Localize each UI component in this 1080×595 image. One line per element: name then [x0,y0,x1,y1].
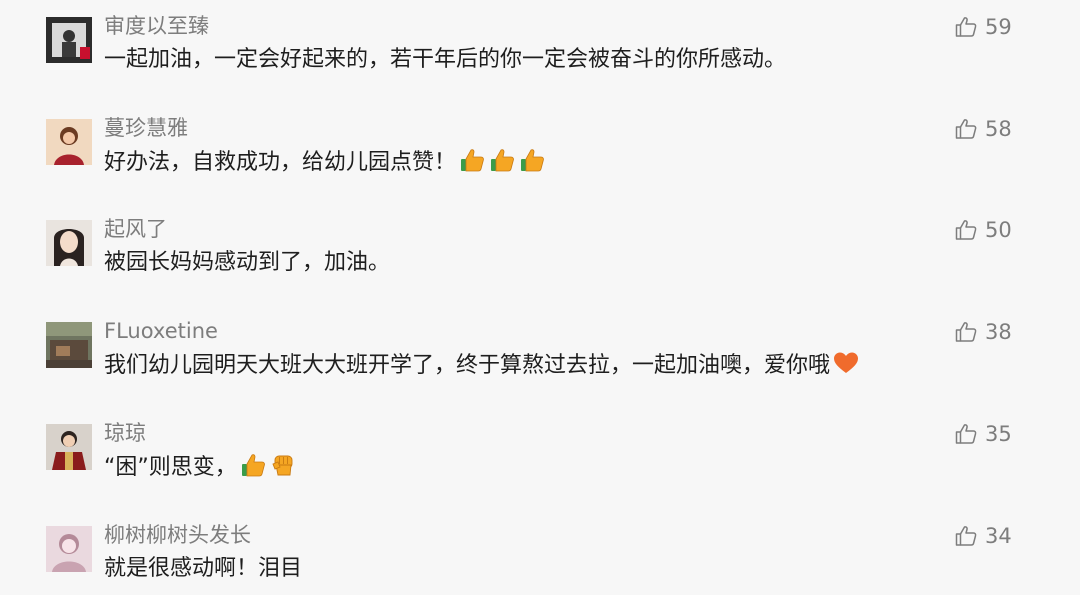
comment-item: 审度以至臻 一起加油，一定会好起来的，若干年后的你一定会被奋斗的你所感动。 59 [0,0,1080,100]
comment-body: 好办法，自救成功，给幼儿园点赞！ [104,150,457,175]
comment-item: 起风了 被园长妈妈感动到了，加油。 50 [0,203,1080,303]
comment-body: 我们幼儿园明天大班大大班开学了，终于算熬过去拉，一起加油噢，爱你哦 [104,353,831,378]
user-avatar[interactable] [46,322,92,368]
raised-fist-emoji-icon [269,451,297,479]
like-count: 34 [985,524,1012,548]
comment-item: FLuoxetine 我们幼儿园明天大班大大班开学了，终于算熬过去拉，一起加油噢… [0,305,1080,405]
thumbs-up-outline-icon [954,320,978,344]
user-avatar[interactable] [46,119,92,165]
like-button[interactable]: 59 [954,12,1044,42]
orange-heart-icon [832,349,860,377]
thumbs-up-outline-icon [954,218,978,242]
like-count: 59 [985,15,1012,39]
thumbs-up-outline-icon [954,422,978,446]
like-count: 50 [985,218,1012,242]
thumbs-up-outline-icon [954,524,978,548]
thumbs-up-emoji-icon [458,146,486,174]
user-avatar[interactable] [46,220,92,266]
comment-text: 被园长妈妈感动到了，加油。 [104,247,390,279]
thumbs-up-emoji-icon [488,146,516,174]
comment-text: 我们幼儿园明天大班大大班开学了，终于算熬过去拉，一起加油噢，爱你哦 [104,349,860,382]
like-button[interactable]: 58 [954,114,1044,144]
comment-text: 就是很感动啊！泪目 [104,553,302,585]
comment-text: “困”则思变， [104,451,297,484]
like-count: 38 [985,320,1012,344]
username[interactable]: 蔓珍慧雅 [104,114,188,142]
like-button[interactable]: 35 [954,419,1044,449]
like-button[interactable]: 38 [954,317,1044,347]
thumbs-up-emoji-icon [239,451,267,479]
username[interactable]: FLuoxetine [104,317,218,345]
username[interactable]: 审度以至臻 [104,12,209,40]
thumbs-up-outline-icon [954,15,978,39]
like-count: 35 [985,422,1012,446]
comment-item: 琼琼 “困”则思变， 35 [0,407,1080,507]
comment-body: “困”则思变， [104,455,237,480]
comment-item: 柳树柳树头发长 就是很感动啊！泪目 34 [0,509,1080,595]
thumbs-up-emoji-icon [518,146,546,174]
username[interactable]: 起风了 [104,215,167,243]
comment-text: 一起加油，一定会好起来的，若干年后的你一定会被奋斗的你所感动。 [104,44,786,76]
comment-body: 被园长妈妈感动到了，加油。 [104,250,391,275]
user-avatar[interactable] [46,424,92,470]
like-button[interactable]: 50 [954,215,1044,245]
user-avatar[interactable] [46,17,92,63]
comment-text: 好办法，自救成功，给幼儿园点赞！ [104,146,546,179]
like-count: 58 [985,117,1012,141]
user-avatar[interactable] [46,526,92,572]
comment-list: 审度以至臻 一起加油，一定会好起来的，若干年后的你一定会被奋斗的你所感动。 59… [0,0,1080,595]
like-button[interactable]: 34 [954,521,1044,551]
username[interactable]: 琼琼 [104,419,146,447]
thumbs-up-outline-icon [954,117,978,141]
comment-item: 蔓珍慧雅 好办法，自救成功，给幼儿园点赞！ 58 [0,102,1080,202]
username[interactable]: 柳树柳树头发长 [104,521,251,549]
comment-body: 就是很感动啊！泪目 [104,556,303,581]
comment-body: 一起加油，一定会好起来的，若干年后的你一定会被奋斗的你所感动。 [104,47,787,72]
